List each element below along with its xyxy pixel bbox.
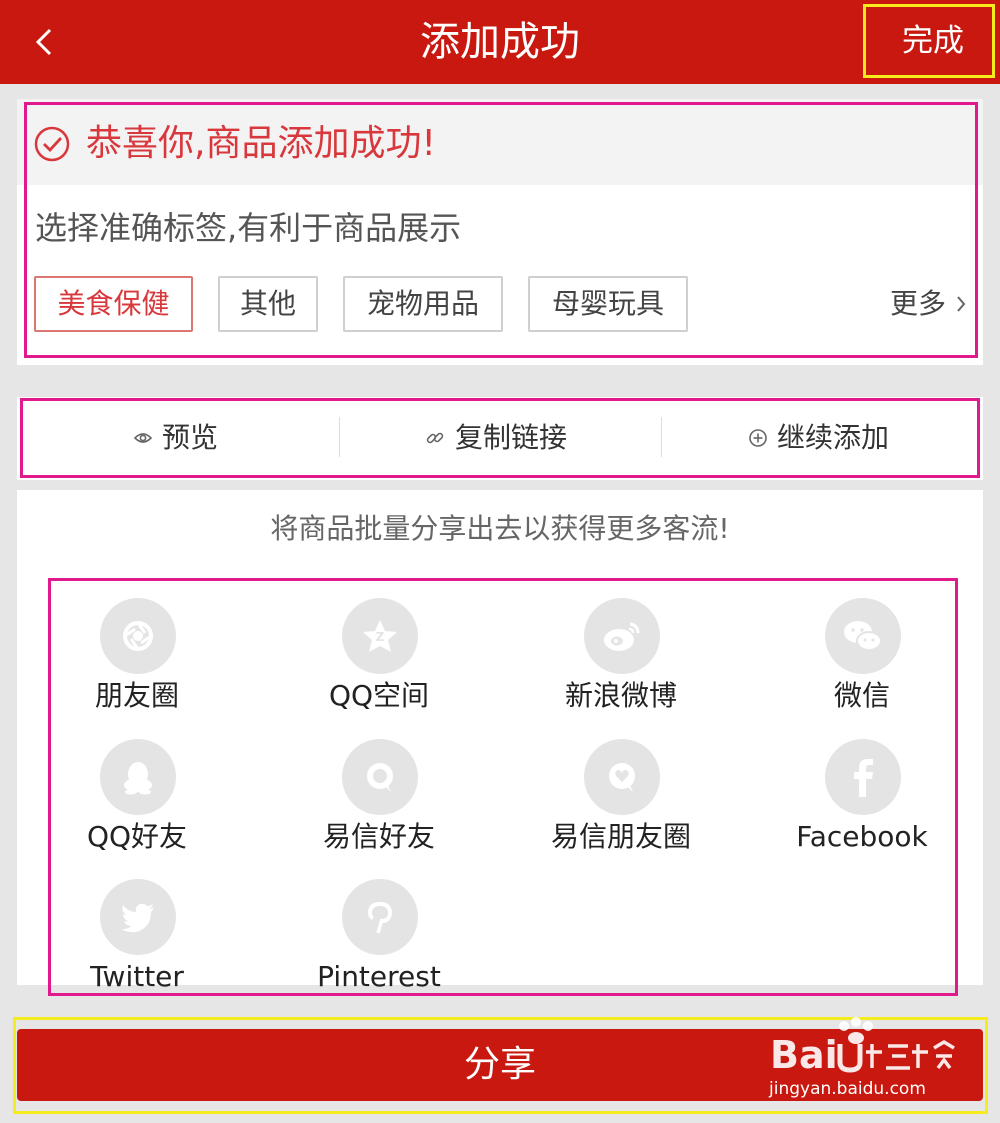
svg-text:Bai: Bai <box>770 1033 838 1077</box>
share-hint: 将商品批量分享出去以获得更多客流! <box>270 512 730 545</box>
annotation-box-actions <box>20 398 980 478</box>
annotation-box-success <box>24 102 978 358</box>
annotation-box-share <box>48 578 958 996</box>
watermark-url: jingyan.baidu.com <box>769 1079 926 1099</box>
page-title: 添加成功 <box>420 19 580 65</box>
done-button[interactable]: 完成 <box>863 4 995 78</box>
